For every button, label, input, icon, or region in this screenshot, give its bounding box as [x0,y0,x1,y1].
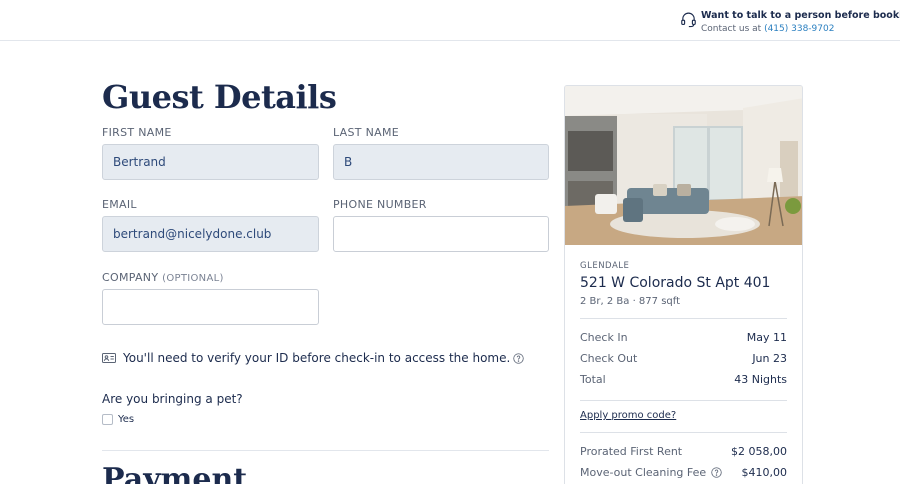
prorated-rent-row: Prorated First Rent $2 058,00 [580,445,787,458]
total-row: Total 43 Nights [580,373,787,386]
section-divider [102,450,549,451]
promo-code-link[interactable]: Apply promo code? [580,410,676,421]
listing-city: GLENDALE [580,261,630,271]
verify-text: You'll need to verify your ID before che… [123,351,511,365]
prorated-rent-value: $2 058,00 [731,445,787,458]
listing-specs: 2 Br, 2 Ba · 877 sqft [580,296,681,307]
info-icon[interactable] [711,467,722,478]
top-bar: Want to talk to a person before booking?… [0,0,900,41]
check-out-row: Check Out Jun 23 [580,352,787,365]
pet-yes-checkbox[interactable] [102,414,113,425]
company-label-text: COMPANY [102,271,159,284]
email-label: EMAIL [102,198,137,211]
check-out-label: Check Out [580,352,638,365]
card-divider [580,318,787,319]
pet-question: Are you bringing a pet? [102,392,243,406]
last-name-label: LAST NAME [333,126,399,139]
last-name-input[interactable]: B [333,144,549,180]
help-title: Want to talk to a person before booking? [701,10,900,21]
listing-summary-card: GLENDALE 521 W Colorado St Apt 401 2 Br,… [564,85,803,484]
id-card-icon [102,353,116,363]
phone-label: PHONE NUMBER [333,198,427,211]
company-input[interactable] [102,289,319,325]
cleaning-fee-label: Move-out Cleaning Fee [580,466,707,479]
payment-title: Payment [102,462,248,484]
check-out-value: Jun 23 [752,352,787,365]
check-in-label: Check In [580,331,628,344]
pet-yes-label: Yes [118,414,135,425]
email-input[interactable]: bertrand@nicelydone.club [102,216,319,252]
first-name-input[interactable]: Bertrand [102,144,319,180]
check-in-value: May 11 [746,331,787,344]
listing-photo [565,86,802,245]
verify-id-notice: You'll need to verify your ID before che… [102,351,524,365]
company-label: COMPANY (OPTIONAL) [102,271,224,284]
total-value: 43 Nights [734,373,787,386]
cleaning-fee-value: $410,00 [741,466,788,479]
check-in-row: Check In May 11 [580,331,787,344]
pet-yes-option[interactable]: Yes [102,414,134,425]
first-name-label: FIRST NAME [102,126,172,139]
total-label: Total [580,373,606,386]
cleaning-fee-label-wrap: Move-out Cleaning Fee [580,466,722,479]
cleaning-fee-row: Move-out Cleaning Fee $410,00 [580,466,787,479]
help-contact-prefix: Contact us at [701,24,762,34]
info-icon[interactable] [513,352,524,364]
card-divider [580,400,787,401]
listing-address: 521 W Colorado St Apt 401 [580,275,771,291]
headset-icon [681,12,696,28]
page-title: Guest Details [102,78,337,116]
company-optional-text: (OPTIONAL) [162,273,224,284]
phone-input[interactable] [333,216,549,252]
help-contact: Contact us at (415) 338-9702 [701,24,834,34]
prorated-rent-label: Prorated First Rent [580,445,683,458]
help-phone-link[interactable]: (415) 338-9702 [764,24,834,34]
card-divider [580,432,787,433]
